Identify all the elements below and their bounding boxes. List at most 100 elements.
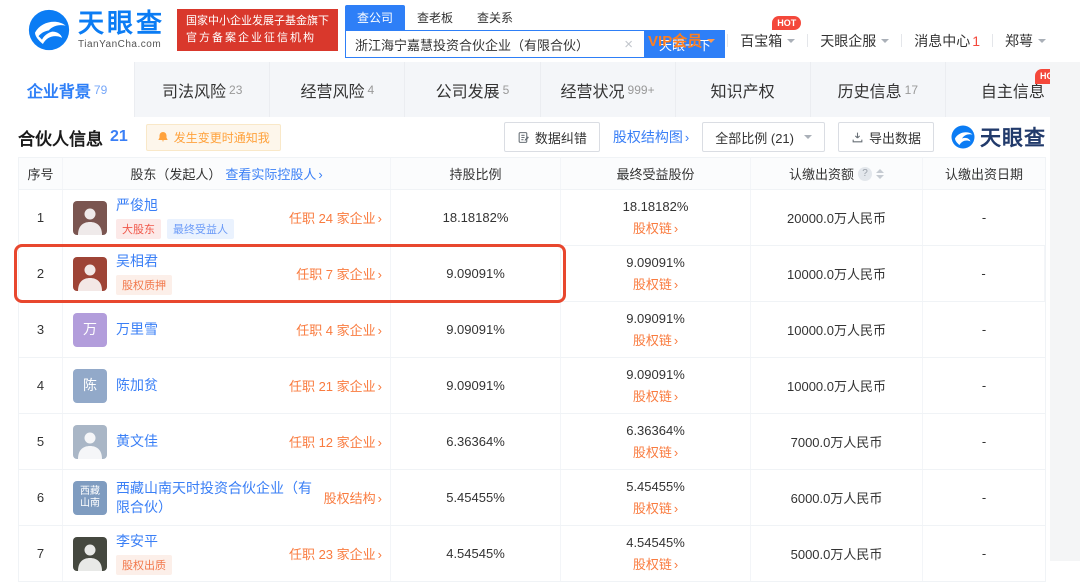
tianyancha-logo-icon <box>28 9 70 51</box>
help-icon[interactable]: ? <box>858 167 872 181</box>
equity-chain-label: 股权链 <box>633 389 672 404</box>
tianyancha-watermark: 天眼查 <box>951 122 1046 152</box>
tab-6[interactable]: 历史信息17 <box>811 62 946 117</box>
positions-link[interactable]: 任职 12 家企业› <box>281 432 382 451</box>
row-number: 4 <box>19 358 63 413</box>
positions-link[interactable]: 任职 23 家企业› <box>281 544 382 563</box>
chevron-right-icon: › <box>378 435 382 450</box>
brand-logo[interactable]: 天眼查 TianYanCha.com 国家中小企业发展子基金旗下 官方备案企业征… <box>28 9 338 51</box>
benefit-ratio: 18.18182% <box>623 199 689 214</box>
equity-chain-link[interactable]: 股权链› <box>633 386 678 405</box>
tab-label: 历史信息 <box>838 78 902 102</box>
export-data-button[interactable]: 导出数据 <box>838 122 934 152</box>
equity-chain-link[interactable]: 股权链› <box>633 274 678 293</box>
shareholder-photo-avatar[interactable] <box>73 257 107 291</box>
search-tab-company[interactable]: 查公司 <box>345 5 405 30</box>
shareholder-tags: 股权质押 <box>116 275 172 295</box>
tab-3[interactable]: 公司发展5 <box>405 62 540 117</box>
data-correction-button[interactable]: 数据纠错 <box>504 122 600 152</box>
shareholder-name-link[interactable]: 严俊旭 <box>116 196 234 215</box>
shareholder-text-avatar[interactable]: 西藏 山南 <box>73 481 107 515</box>
positions-link[interactable]: 任职 7 家企业› <box>288 264 382 283</box>
hot-badge: HOT <box>772 16 801 31</box>
search-tab-relation[interactable]: 查关系 <box>465 5 525 30</box>
tab-4[interactable]: 经营状况999+ <box>541 62 676 117</box>
tab-count: 5 <box>503 83 510 97</box>
shareholding-ratio: 9.09091% <box>391 246 561 301</box>
header-ratio: 持股比例 <box>391 158 561 189</box>
partner-table-body: 1 严俊旭 大股东最终受益人 任职 24 家企业› 18.18182% 18.1… <box>19 190 1045 582</box>
equity-chain-link[interactable]: 股权链› <box>633 330 678 349</box>
positions-link-label: 任职 23 家企业 <box>289 547 376 562</box>
positions-link[interactable]: 任职 24 家企业› <box>281 208 382 227</box>
module-tabbar: 企业背景79司法风险23经营风险4公司发展5经营状况999+知识产权历史信息17… <box>0 62 1080 117</box>
tab-0[interactable]: 企业背景79 <box>0 62 135 117</box>
benefit-cell: 9.09091% 股权链› <box>561 246 751 301</box>
tab-5[interactable]: 知识产权 <box>676 62 811 117</box>
clear-search-icon[interactable]: × <box>622 36 635 53</box>
positions-link[interactable]: 股权结构› <box>316 488 382 507</box>
shareholder-name-link[interactable]: 陈加贫 <box>116 376 158 395</box>
positions-link-label: 任职 21 家企业 <box>289 379 376 394</box>
chevron-right-icon: › <box>674 557 678 572</box>
row-number: 7 <box>19 526 63 581</box>
positions-link-label: 任职 24 家企业 <box>289 211 376 226</box>
equity-chain-link[interactable]: 股权链› <box>633 442 678 461</box>
view-actual-controller-link[interactable]: 查看实际控股人› <box>225 164 322 183</box>
shareholder-text-avatar[interactable]: 万 <box>73 313 107 347</box>
chevron-right-icon: › <box>674 389 678 404</box>
equity-chain-link[interactable]: 股权链› <box>633 498 678 517</box>
site-header: 天眼查 TianYanCha.com 国家中小企业发展子基金旗下 官方备案企业征… <box>0 0 1080 62</box>
enterprise-service-menu[interactable]: 天眼企服 <box>820 31 889 51</box>
positions-link[interactable]: 任职 4 家企业› <box>288 320 382 339</box>
chevron-right-icon: › <box>318 167 322 182</box>
benefit-ratio: 9.09091% <box>626 367 685 382</box>
tab-1[interactable]: 司法风险23 <box>135 62 270 117</box>
divider <box>992 34 993 47</box>
shareholder-text-avatar[interactable]: 陈 <box>73 369 107 403</box>
shareholder-name-link[interactable]: 西藏山南天时投资合伙企业（有限合伙） <box>116 479 316 517</box>
shareholder-tags: 股权出质 <box>116 555 172 575</box>
positions-link-label: 任职 7 家企业 <box>296 267 375 282</box>
shareholder-photo-avatar[interactable] <box>73 537 107 571</box>
sort-icon[interactable] <box>876 169 884 179</box>
chevron-right-icon: › <box>674 277 678 292</box>
shareholder-name-link[interactable]: 黄文佳 <box>116 432 158 451</box>
search-tab-boss[interactable]: 查老板 <box>405 5 465 30</box>
view-actual-controller-label: 查看实际控股人 <box>225 167 316 182</box>
subscribed-date: - <box>923 470 1045 525</box>
ratio-filter-dropdown[interactable]: 全部比例 (21) <box>702 122 825 152</box>
equity-chain-link[interactable]: 股权链› <box>633 554 678 573</box>
notify-on-change-button[interactable]: 发生变更时通知我 <box>146 124 281 151</box>
chevron-right-icon: › <box>674 501 678 516</box>
table-row: 4 陈 陈加贫 任职 21 家企业› 9.09091% 9.09091% 股权链… <box>19 358 1045 414</box>
chevron-right-icon: › <box>378 323 382 338</box>
toolbox-menu[interactable]: HOT 百宝箱 <box>740 31 795 51</box>
table-row: 2 吴相君 股权质押 任职 7 家企业› 9.09091% 9.09091% 股… <box>19 246 1045 302</box>
equity-structure-chart-link[interactable]: 股权结构图› <box>613 127 689 147</box>
section-header: 合伙人信息 21 发生变更时通知我 数据纠错 股权结构图› 全部比例 (21) … <box>18 117 1046 157</box>
tab-count: 999+ <box>628 83 655 97</box>
shareholder-photo-avatar[interactable] <box>73 425 107 459</box>
message-center-menu[interactable]: 消息中心 1 <box>914 31 980 51</box>
chevron-down-icon <box>787 39 795 47</box>
subscribed-date: - <box>923 526 1045 581</box>
shareholder-tag: 最终受益人 <box>167 219 234 239</box>
equity-chain-label: 股权链 <box>633 501 672 516</box>
shareholder-name-link[interactable]: 万里雪 <box>116 320 158 339</box>
search-input[interactable]: 浙江海宁嘉慧投资合伙企业（有限合伙） × <box>345 30 645 58</box>
chevron-right-icon: › <box>674 333 678 348</box>
equity-chain-link[interactable]: 股权链› <box>633 218 678 237</box>
shareholder-name-link[interactable]: 李安平 <box>116 532 172 551</box>
row-number: 2 <box>19 246 63 301</box>
tab-2[interactable]: 经营风险4 <box>270 62 405 117</box>
shareholder-name-link[interactable]: 吴相君 <box>116 252 172 271</box>
shareholder-photo-avatar[interactable] <box>73 201 107 235</box>
table-row: 6 西藏 山南 西藏山南天时投资合伙企业（有限合伙） 股权结构› 5.45455… <box>19 470 1045 526</box>
positions-link[interactable]: 任职 21 家企业› <box>281 376 382 395</box>
enterprise-service-label: 天眼企服 <box>820 31 876 51</box>
user-menu[interactable]: 郑萼 <box>1005 31 1046 51</box>
vip-member-menu[interactable]: VIP会员 <box>648 30 715 51</box>
shareholding-ratio: 9.09091% <box>391 358 561 413</box>
document-icon <box>517 131 530 144</box>
